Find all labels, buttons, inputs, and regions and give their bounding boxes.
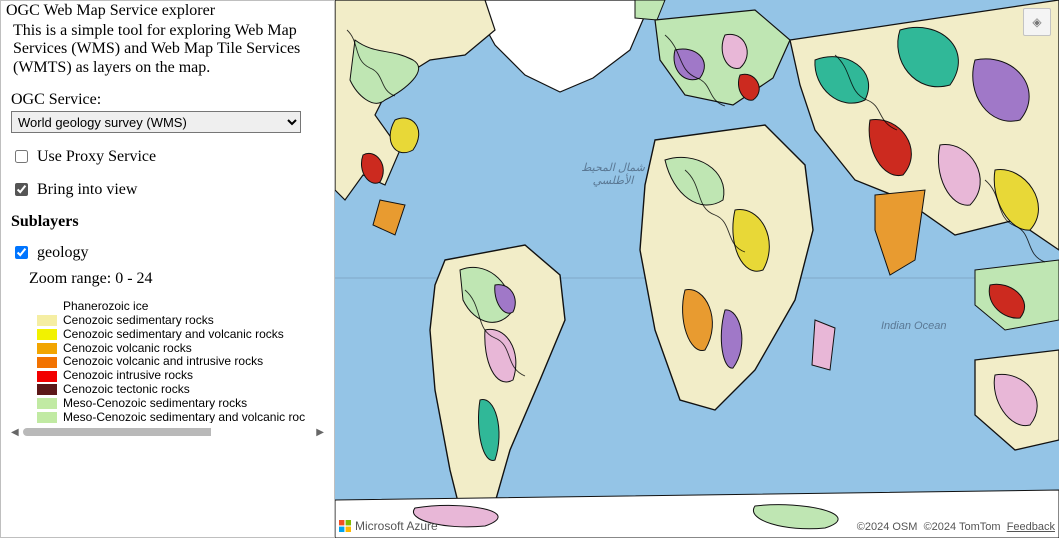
scroll-left-icon[interactable]: ◀	[11, 427, 19, 438]
legend-item: Cenozoic volcanic and intrusive rocks	[37, 355, 322, 369]
panel-description: This is a simple tool for exploring Web …	[13, 22, 324, 77]
legend-swatch	[37, 343, 57, 354]
legend-swatch	[37, 384, 57, 395]
bring-into-view-checkbox[interactable]	[15, 183, 28, 196]
attr-osm: ©2024 OSM	[857, 521, 918, 533]
sublayer-name: geology	[37, 244, 89, 262]
sublayers-heading: Sublayers	[11, 213, 324, 231]
zoom-range-text: Zoom range: 0 - 24	[29, 270, 322, 288]
sublayers-scroll[interactable]: geology Zoom range: 0 - 24 Phanerozoic i…	[11, 243, 324, 423]
legend-swatch	[37, 329, 57, 340]
legend-label: Phanerozoic ice	[63, 300, 148, 314]
feedback-link[interactable]: Feedback	[1007, 521, 1055, 533]
horizontal-scrollbar[interactable]: ◀ ▶	[11, 427, 324, 437]
sublayer-checkbox[interactable]	[15, 246, 28, 259]
legend-item: Cenozoic intrusive rocks	[37, 369, 322, 383]
sidebar-panel: OGC Web Map Service explorer This is a s…	[0, 0, 335, 538]
map-style-button[interactable]: ◈	[1023, 8, 1051, 36]
use-proxy-row: Use Proxy Service	[11, 147, 324, 166]
microsoft-logo-icon	[339, 520, 351, 532]
legend-label: Cenozoic sedimentary rocks	[63, 314, 214, 328]
legend-label: Cenozoic volcanic rocks	[63, 342, 192, 356]
attr-tomtom: ©2024 TomTom	[924, 521, 1001, 533]
legend-swatch	[37, 371, 57, 382]
legend-item: Meso-Cenozoic sedimentary and volcanic r…	[37, 411, 322, 424]
scroll-right-icon[interactable]: ▶	[316, 427, 324, 438]
legend-item: Meso-Cenozoic sedimentary rocks	[37, 397, 322, 411]
map-canvas[interactable]: شمال المحيطالأطلسي Indian Ocean ◈ Micros…	[335, 0, 1059, 538]
legend-label: Cenozoic tectonic rocks	[63, 383, 190, 397]
bring-into-view-row: Bring into view	[11, 180, 324, 199]
legend-label: Meso-Cenozoic sedimentary rocks	[63, 397, 247, 411]
bring-into-view-label: Bring into view	[37, 181, 137, 199]
attribution-left: Microsoft Azure	[339, 519, 438, 533]
legend-swatch	[37, 302, 57, 313]
legend-label: Cenozoic intrusive rocks	[63, 369, 193, 383]
legend-item: Phanerozoic ice	[37, 300, 322, 314]
cube-icon: ◈	[1032, 15, 1041, 30]
legend-label: Cenozoic volcanic and intrusive rocks	[63, 355, 263, 369]
ogc-service-select[interactable]: World geology survey (WMS)	[11, 111, 301, 133]
legend-label: Cenozoic sedimentary and volcanic rocks	[63, 328, 284, 342]
map-svg	[335, 0, 1059, 538]
sublayer-row: geology	[11, 243, 322, 262]
attribution-left-text: Microsoft Azure	[355, 519, 438, 533]
scrollbar-track[interactable]	[23, 428, 313, 436]
attribution-right: ©2024 OSM ©2024 TomTom Feedback	[857, 521, 1055, 533]
ogc-service-label: OGC Service:	[11, 91, 324, 109]
legend-label: Meso-Cenozoic sedimentary and volcanic r…	[63, 411, 305, 424]
panel-title: OGC Web Map Service explorer	[6, 2, 324, 20]
legend-swatch	[37, 398, 57, 409]
legend-swatch	[37, 315, 57, 326]
legend-swatch	[37, 412, 57, 423]
label-north-atlantic: شمال المحيطالأطلسي	[573, 161, 653, 187]
label-indian-ocean: Indian Ocean	[881, 320, 946, 332]
use-proxy-label: Use Proxy Service	[37, 148, 156, 166]
legend-list: Phanerozoic iceCenozoic sedimentary rock…	[37, 300, 322, 423]
use-proxy-checkbox[interactable]	[15, 150, 28, 163]
legend-item: Cenozoic volcanic rocks	[37, 342, 322, 356]
legend-item: Cenozoic sedimentary rocks	[37, 314, 322, 328]
legend-item: Cenozoic tectonic rocks	[37, 383, 322, 397]
legend-swatch	[37, 357, 57, 368]
legend-item: Cenozoic sedimentary and volcanic rocks	[37, 328, 322, 342]
